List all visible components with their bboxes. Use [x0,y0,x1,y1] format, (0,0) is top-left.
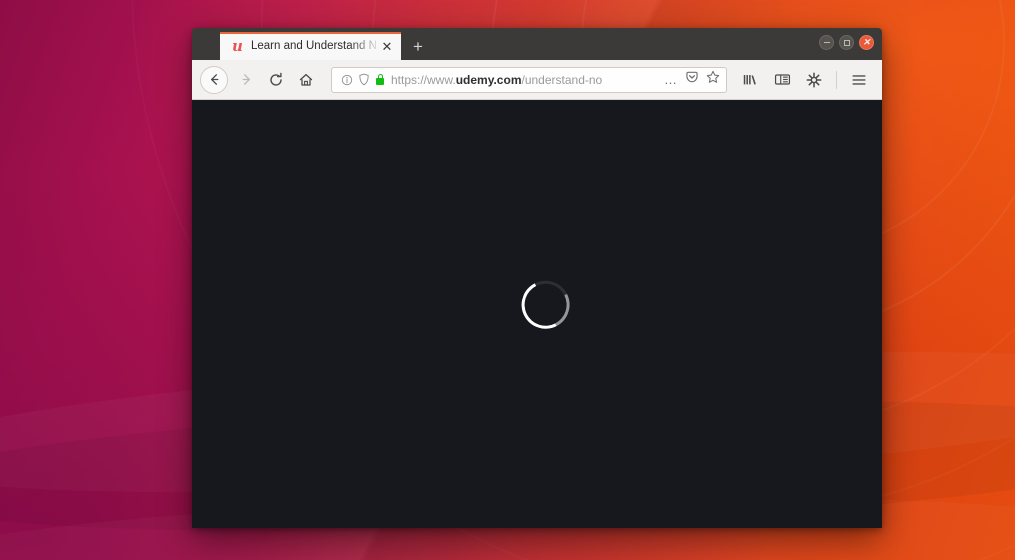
sidebar-icon[interactable] [767,65,797,95]
back-button[interactable] [200,65,228,94]
forward-button[interactable] [231,65,261,95]
urlbar-actions: … [658,70,720,89]
browser-titlebar: u Learn and Understand N ✕ + ✕ [192,28,882,60]
page-actions-icon[interactable]: … [664,73,678,86]
url-path: /understand-no [521,72,603,87]
udemy-favicon-icon: u [232,36,243,55]
minimize-icon[interactable] [819,35,834,50]
page-content [192,100,882,528]
tracking-shield-icon[interactable] [355,73,372,86]
sync-gear-icon[interactable] [799,65,829,95]
menu-hamburger-icon[interactable] [844,65,874,95]
toolbar-right-group [735,65,874,95]
library-icon[interactable] [735,65,765,95]
reload-button[interactable] [261,65,291,95]
loading-spinner-icon [515,274,576,335]
maximize-icon[interactable] [839,35,854,50]
bookmark-star-icon[interactable] [706,70,720,89]
home-button[interactable] [291,65,321,95]
window-controls: ✕ [819,35,874,50]
close-icon[interactable]: ✕ [379,38,395,54]
url-text[interactable]: https://www.udemy.com/understand-no [391,73,658,87]
close-window-icon[interactable]: ✕ [859,35,874,50]
browser-tab[interactable]: u Learn and Understand N ✕ [220,32,401,60]
url-bar[interactable]: https://www.udemy.com/understand-no … [331,66,727,93]
url-prefix: https://www. [391,72,456,87]
lock-icon[interactable] [372,73,388,85]
url-domain: udemy.com [455,72,522,87]
browser-toolbar: https://www.udemy.com/understand-no … [192,60,882,100]
tab-title: Learn and Understand N [251,40,377,52]
new-tab-button[interactable]: + [401,32,435,60]
toolbar-divider [836,70,837,89]
pocket-icon[interactable] [685,70,699,89]
desktop: u Learn and Understand N ✕ + ✕ https://w… [0,0,1015,560]
browser-window: u Learn and Understand N ✕ + ✕ https://w… [192,28,882,528]
page-info-icon[interactable] [338,74,355,86]
